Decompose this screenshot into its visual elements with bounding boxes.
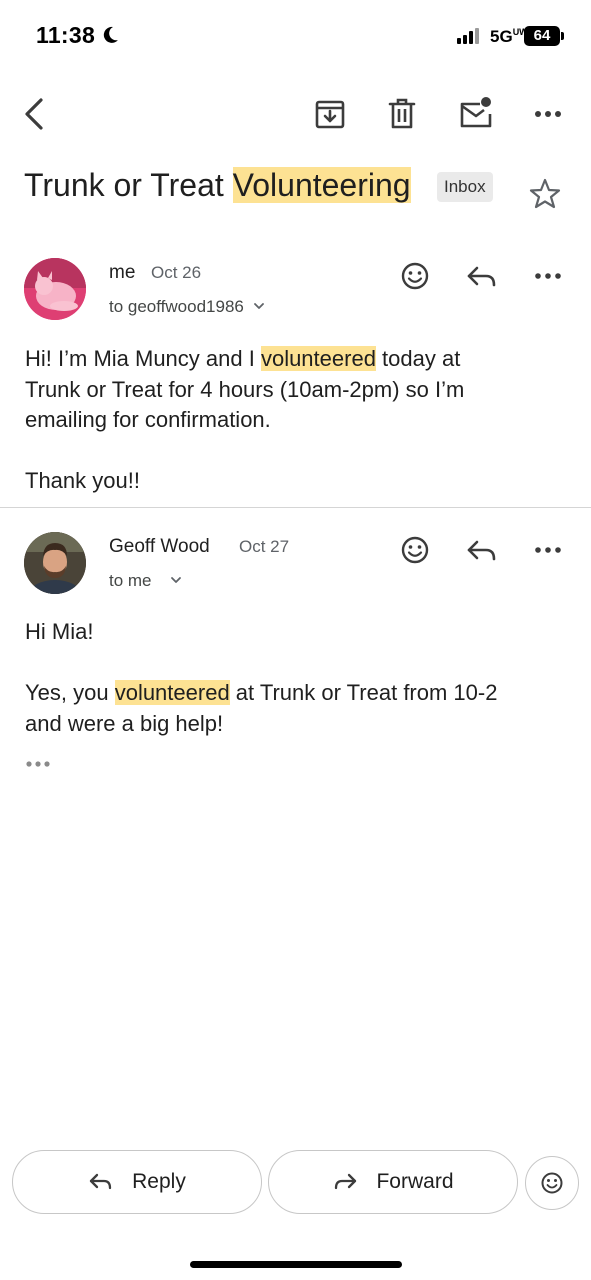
recipient-toggle[interactable]: to me xyxy=(109,571,182,591)
add-reaction-button[interactable] xyxy=(398,259,432,298)
recipient-text: to geoffwood1986 xyxy=(109,297,244,316)
emoji-icon xyxy=(401,262,429,290)
avatar[interactable] xyxy=(24,532,86,594)
status-time: 11:38 xyxy=(36,22,96,48)
message-sender: Geoff Wood xyxy=(109,536,210,557)
message-date: Oct 26 xyxy=(151,263,202,282)
reply-icon xyxy=(467,266,496,287)
message-divider xyxy=(0,507,591,508)
chevron-down-icon xyxy=(253,303,264,309)
email-subject: Trunk or Treat Volunteering xyxy=(24,167,411,204)
reply-all-bottom-button[interactable]: Reply xyxy=(12,1150,262,1214)
more-horizontal-icon xyxy=(535,547,561,553)
mark-unread-button[interactable] xyxy=(456,94,496,134)
forward-icon xyxy=(335,1173,357,1190)
battery-indicator: 64 xyxy=(524,26,560,46)
search-highlight: volunteered xyxy=(260,346,376,371)
forward-bottom-button[interactable]: Forward xyxy=(268,1150,518,1214)
signal-icon xyxy=(457,28,479,44)
emoji-icon xyxy=(541,1172,563,1194)
reply-icon xyxy=(467,540,496,561)
message-more-button[interactable] xyxy=(530,259,566,298)
subject-highlight: Volunteering xyxy=(232,167,411,203)
ellipsis-icon xyxy=(26,761,50,767)
message-more-button[interactable] xyxy=(530,533,566,572)
chevron-left-icon xyxy=(25,98,43,130)
show-trimmed-content-button[interactable] xyxy=(25,756,53,777)
reply-button[interactable] xyxy=(464,533,500,572)
network-label: 5GUW xyxy=(490,27,528,46)
recipient-toggle[interactable]: to geoffwood1986 xyxy=(109,297,265,317)
message-date: Oct 27 xyxy=(239,537,290,556)
avatar[interactable] xyxy=(24,258,86,320)
emoji-icon xyxy=(401,536,429,564)
battery-nub xyxy=(561,32,564,40)
subject-text: Trunk or Treat xyxy=(24,167,233,203)
mark-unread-icon xyxy=(460,97,492,128)
archive-button[interactable] xyxy=(310,94,350,134)
more-horizontal-icon xyxy=(535,273,561,279)
back-button[interactable] xyxy=(16,94,56,134)
body-line: emailing for confirmation. xyxy=(25,407,271,432)
message-sender: me xyxy=(109,262,136,283)
more-horizontal-icon xyxy=(535,111,561,117)
inbox-label-badge[interactable]: Inbox xyxy=(437,172,493,202)
body-line: Yes, you volunteered at Trunk or Treat f… xyxy=(25,680,498,705)
message-body: Hi Mia! Yes, you volunteered at Trunk or… xyxy=(25,617,580,739)
emoji-reaction-button[interactable] xyxy=(525,1156,579,1210)
message-body: Hi! I’m Mia Muncy and I volunteered toda… xyxy=(25,344,580,497)
delete-button[interactable] xyxy=(382,94,422,134)
reply-label: Reply xyxy=(132,1170,186,1193)
body-line: Hi! I’m Mia Muncy and I volunteered toda… xyxy=(25,346,461,371)
search-highlight: volunteered xyxy=(114,680,230,705)
home-indicator xyxy=(190,1261,402,1268)
more-options-button[interactable] xyxy=(528,94,568,134)
chevron-down-icon xyxy=(171,577,182,583)
forward-label: Forward xyxy=(376,1170,454,1193)
body-line: Hi Mia! xyxy=(25,619,94,644)
cat-avatar-image xyxy=(24,258,86,320)
reply-button[interactable] xyxy=(464,259,500,298)
trash-icon xyxy=(388,98,416,129)
reply-icon xyxy=(89,1173,112,1190)
body-line: Thank you!! xyxy=(25,468,140,493)
person-avatar-image xyxy=(24,532,86,594)
star-button[interactable] xyxy=(528,177,562,216)
star-icon xyxy=(529,178,561,209)
archive-icon xyxy=(315,100,345,129)
recipient-text: to me xyxy=(109,571,152,590)
body-line: and were a big help! xyxy=(25,710,224,736)
body-line: Trunk or Treat for 4 hours (10am-2pm) so… xyxy=(25,376,465,402)
add-reaction-button[interactable] xyxy=(398,533,432,572)
moon-icon xyxy=(103,26,118,43)
